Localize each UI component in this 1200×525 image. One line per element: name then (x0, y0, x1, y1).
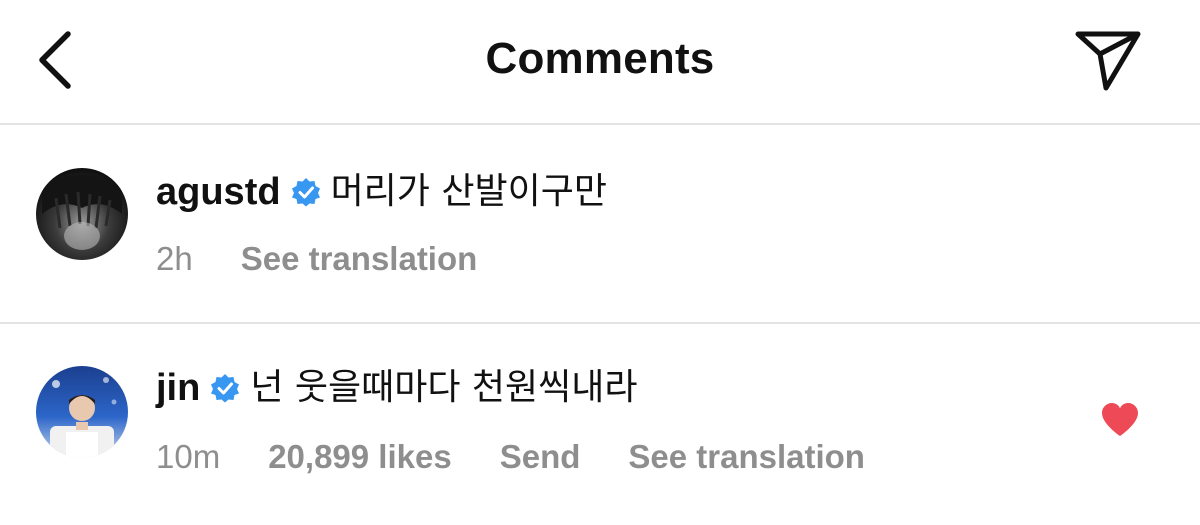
avatar[interactable] (36, 168, 128, 260)
comment-meta: 2h See translation (156, 240, 525, 278)
comment-line: agustd 머리가 산발이구만 (156, 170, 607, 214)
comment-line: jin 넌 웃을때마다 천원씩내라 (156, 366, 638, 410)
avatar-agustd-image (36, 168, 128, 260)
verified-badge-icon (211, 374, 240, 403)
comment-text: 넌 웃을때마다 천원씩내라 (250, 367, 638, 408)
comment-meta: 10m 20,899 likes Send See translation (156, 438, 913, 476)
comment-item: jin 넌 웃을때마다 천원씩내라 10m 20,899 likes Send … (0, 324, 1200, 484)
heart-icon[interactable] (1100, 402, 1140, 438)
avatar-jin-image (36, 366, 128, 458)
username[interactable]: jin (156, 366, 200, 410)
send-button[interactable]: Send (500, 438, 581, 476)
timestamp: 10m (156, 438, 221, 475)
comment-text: 머리가 산발이구만 (330, 171, 607, 212)
verified-badge-icon (291, 178, 320, 207)
comment-item: agustd 머리가 산발이구만 2h See translation (0, 124, 1200, 284)
likes-count-button[interactable]: 20,899 likes (268, 438, 452, 476)
see-translation-button[interactable]: See translation (241, 240, 478, 278)
comments-header: Comments (0, 0, 1200, 124)
timestamp: 2h (156, 240, 193, 277)
page-title: Comments (485, 34, 715, 83)
username[interactable]: agustd (156, 170, 281, 214)
paper-plane-icon[interactable] (1070, 24, 1146, 94)
see-translation-button[interactable]: See translation (628, 438, 865, 476)
avatar[interactable] (36, 366, 128, 458)
